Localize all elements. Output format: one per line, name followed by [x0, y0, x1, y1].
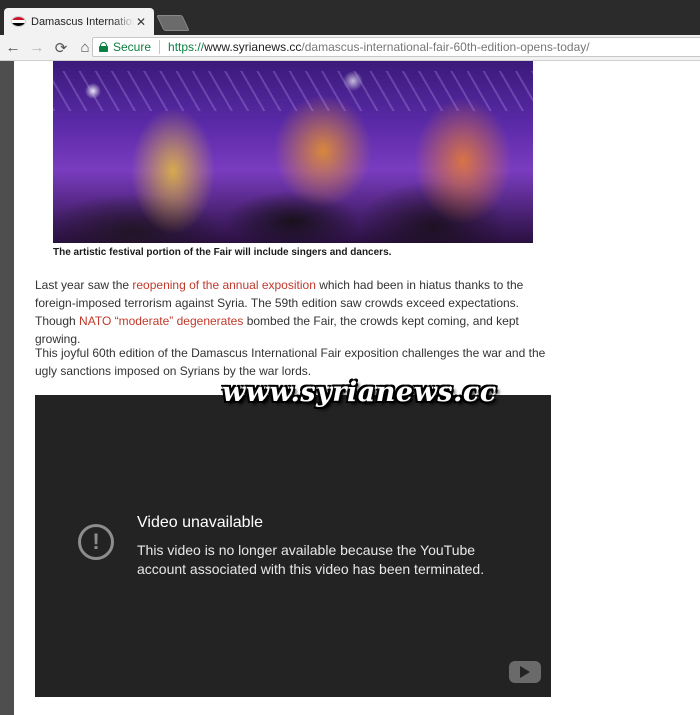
article-paragraph-1: Last year saw the reopening of the annua… — [35, 276, 555, 348]
stage-lighting-rig — [53, 71, 533, 111]
youtube-play-icon[interactable] — [509, 661, 541, 683]
dancers-photo — [53, 61, 533, 243]
syria-flag-favicon-icon — [12, 17, 25, 26]
left-page-edge — [0, 61, 14, 715]
video-unavailable-message: This video is no longer available becaus… — [137, 542, 485, 577]
video-embed[interactable]: ! Video unavailable This video is no lon… — [35, 395, 551, 697]
new-tab-button[interactable] — [156, 15, 190, 31]
omnibox-divider — [159, 40, 161, 54]
tab-damascus-fair[interactable]: Damascus International Fair 60th Edition… — [4, 8, 154, 35]
browser-toolbar: ← → ⟳ ⌂ Secure https://www.syrianews.cc /… — [0, 35, 700, 61]
address-bar[interactable]: Secure https://www.syrianews.cc/damascus… — [92, 37, 700, 57]
back-arrow-icon[interactable]: ← — [2, 37, 24, 59]
forward-arrow-icon[interactable]: → — [26, 37, 48, 59]
url-host: www.syrianews.cc — [204, 40, 302, 54]
nato-degenerates-link[interactable]: NATO “moderate” degenerates — [79, 314, 243, 328]
paragraph-text: Last year saw the — [35, 278, 133, 292]
video-unavailable-title: Video unavailable — [137, 514, 264, 531]
tab-strip: Damascus International Fair 60th Edition… — [0, 0, 700, 35]
url-path: /damascus-international-fair-60th-editio… — [301, 40, 590, 54]
page-content: The artistic festival portion of the Fai… — [0, 61, 700, 715]
reload-icon[interactable]: ⟳ — [50, 37, 72, 59]
secure-label: Secure — [113, 40, 152, 54]
reopening-exposition-link[interactable]: reopening of the annual exposition — [132, 278, 315, 292]
url-scheme: https:// — [168, 40, 205, 54]
tab-title: Damascus International Fair 60th Edition… — [31, 15, 134, 28]
image-caption: The artistic festival portion of the Fai… — [53, 247, 392, 258]
close-icon[interactable]: ✕ — [134, 15, 148, 29]
site-watermark: www.syrianews.cc — [222, 377, 497, 408]
alert-icon: ! — [78, 524, 114, 560]
lock-icon — [99, 42, 108, 52]
article-paragraph-2: This joyful 60th edition of the Damascus… — [35, 346, 546, 378]
